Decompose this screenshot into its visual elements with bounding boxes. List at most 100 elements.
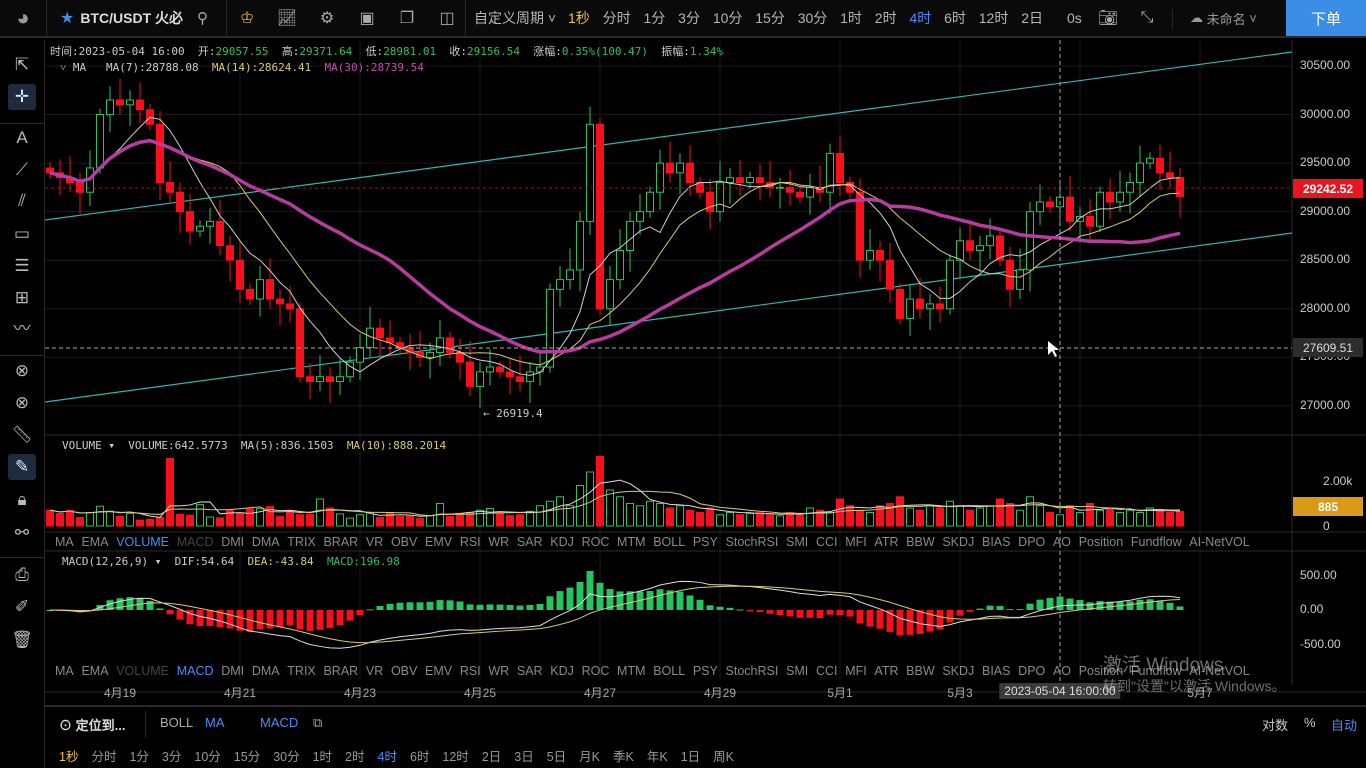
- percent-scale-toggle[interactable]: %: [1304, 715, 1316, 730]
- search-icon[interactable]: ⚲: [197, 9, 208, 27]
- indicator-tab-rsi[interactable]: RSI: [460, 664, 481, 678]
- bottom-period-7[interactable]: 1时: [313, 746, 332, 765]
- indicator-tab-macd[interactable]: MACD: [177, 664, 214, 678]
- indicator-tab-rsi[interactable]: RSI: [460, 535, 481, 549]
- indicator-tab-brar[interactable]: BRAR: [323, 664, 358, 678]
- indicator-tab-skdj[interactable]: SKDJ: [942, 664, 974, 678]
- edit-indicators-icon[interactable]: ⧉: [313, 715, 322, 731]
- locate-button[interactable]: ⊙ 定位到...: [59, 715, 125, 734]
- bottom-period-16[interactable]: 季K: [613, 746, 634, 765]
- indicator-tab-bias[interactable]: BIAS: [982, 535, 1011, 549]
- indicator-tab-ema[interactable]: EMA: [81, 535, 108, 549]
- template-icon[interactable]: ▣: [350, 0, 384, 36]
- macd-legend[interactable]: MACD(12,26,9) ▾ DIF:54.64 DEA:-43.84 MAC…: [62, 555, 400, 568]
- magnet-icon[interactable]: ⊗: [8, 358, 36, 384]
- indicator-tab-ao[interactable]: AO: [1053, 664, 1071, 678]
- indicator-tab-roc[interactable]: ROC: [582, 535, 610, 549]
- bottom-period-11[interactable]: 12时: [442, 746, 468, 765]
- indicator-tab-atr[interactable]: ATR: [874, 535, 898, 549]
- period-12[interactable]: 2日: [1021, 8, 1043, 28]
- indicator-tab-bbw[interactable]: BBW: [906, 664, 934, 678]
- indicator-tab-boll[interactable]: BOLL: [653, 664, 685, 678]
- parallel-lines-icon[interactable]: ⫽: [8, 188, 36, 214]
- edit-drawings-icon[interactable]: ✐: [8, 594, 36, 620]
- indicator-tab-wr[interactable]: WR: [488, 535, 509, 549]
- bottom-period-18[interactable]: 1日: [681, 746, 700, 765]
- indicator-tab-stochrsi[interactable]: StochRSI: [726, 664, 779, 678]
- copy-chart-icon[interactable]: ❐: [390, 0, 424, 36]
- bottom-period-9[interactable]: 4时: [378, 746, 397, 765]
- period-1[interactable]: 分时: [603, 8, 631, 28]
- indicator-tab-volume[interactable]: VOLUME: [116, 535, 169, 549]
- indicator-tab-ema[interactable]: EMA: [81, 664, 108, 678]
- indicator-tab-dmi[interactable]: DMI: [221, 664, 244, 678]
- bottom-period-2[interactable]: 1分: [129, 746, 148, 765]
- indicator-tab-ma[interactable]: MA: [55, 664, 74, 678]
- trend-line-icon[interactable]: ⟋: [8, 157, 36, 183]
- text-tool-icon[interactable]: A: [8, 125, 36, 151]
- rectangle-icon[interactable]: ▭: [8, 221, 36, 247]
- indicator-tab-trix[interactable]: TRIX: [287, 535, 315, 549]
- bottom-period-1[interactable]: 分时: [91, 746, 116, 765]
- indicator-tab-ai-netvol[interactable]: AI-NetVOL: [1189, 535, 1249, 549]
- bottom-period-8[interactable]: 2时: [345, 746, 364, 765]
- place-order-button[interactable]: 下单: [1286, 0, 1366, 36]
- indicator-tab-sar[interactable]: SAR: [517, 664, 543, 678]
- screenshot-camera-icon[interactable]: 📷︎: [1091, 0, 1125, 36]
- sub-indicator-macd[interactable]: MACD: [260, 715, 298, 730]
- cursor-arrow-icon[interactable]: ⇱: [8, 52, 36, 78]
- indicator-tab-bias[interactable]: BIAS: [982, 664, 1011, 678]
- indicator-tab-dma[interactable]: DMA: [252, 535, 280, 549]
- bottom-period-6[interactable]: 30分: [273, 746, 299, 765]
- ruler-icon[interactable]: 📏︎: [8, 422, 36, 448]
- crown-icon[interactable]: ♔: [230, 0, 264, 36]
- ma-legend[interactable]: ˅ MA MA(7):28788.08 MA(14):28624.41 MA(3…: [60, 61, 424, 74]
- cloud-save-dropdown[interactable]: ☁ 未命名 ˅: [1190, 0, 1257, 36]
- indicator-tab-atr[interactable]: ATR: [874, 664, 898, 678]
- indicator-tab-brar[interactable]: BRAR: [323, 535, 358, 549]
- lock-icon[interactable]: 🔒︎: [8, 487, 36, 513]
- indicator-tab-smi[interactable]: SMI: [786, 664, 808, 678]
- bottom-period-0[interactable]: 1秒: [59, 746, 78, 765]
- indicator-tab-roc[interactable]: ROC: [582, 664, 610, 678]
- log-scale-toggle[interactable]: 对数: [1262, 715, 1288, 734]
- indicator-tab-macd[interactable]: MACD: [177, 535, 214, 549]
- indicator-tab-dmi[interactable]: DMI: [221, 535, 244, 549]
- indicator-tab-smi[interactable]: SMI: [786, 535, 808, 549]
- bottom-period-15[interactable]: 月K: [579, 746, 600, 765]
- period-10[interactable]: 6时: [944, 8, 966, 28]
- wave-pattern-icon[interactable]: 〰: [8, 316, 36, 342]
- indicator-tab-obv[interactable]: OBV: [391, 535, 417, 549]
- indicator-tab-vr[interactable]: VR: [366, 535, 383, 549]
- indicator-tab-bbw[interactable]: BBW: [906, 535, 934, 549]
- indicator-tab-cci[interactable]: CCI: [816, 664, 838, 678]
- indicator-tab-volume[interactable]: VOLUME: [116, 664, 169, 678]
- chart-canvas[interactable]: [45, 40, 1366, 705]
- bookmark-icon[interactable]: ⎙: [8, 562, 36, 588]
- bottom-period-4[interactable]: 10分: [194, 746, 220, 765]
- period-9[interactable]: 4时: [909, 8, 931, 28]
- grid-tool-icon[interactable]: ⊞: [8, 285, 36, 311]
- trash-icon[interactable]: 🗑︎: [8, 627, 36, 653]
- volume-legend[interactable]: VOLUME ▾ VOLUME:642.5773 MA(5):836.1503 …: [62, 439, 446, 452]
- indicator-tab-mfi[interactable]: MFI: [845, 664, 867, 678]
- indicator-tab-ma[interactable]: MA: [55, 535, 74, 549]
- bottom-period-17[interactable]: 年K: [647, 746, 668, 765]
- bottom-period-14[interactable]: 5日: [547, 746, 566, 765]
- indicator-tab-sar[interactable]: SAR: [517, 535, 543, 549]
- main-indicator-ma[interactable]: MA: [205, 715, 225, 730]
- indicator-tab-dpo[interactable]: DPO: [1018, 535, 1045, 549]
- indicator-tab-boll[interactable]: BOLL: [653, 535, 685, 549]
- indicator-tab-fundflow[interactable]: Fundflow: [1131, 535, 1182, 549]
- indicator-tab-cci[interactable]: CCI: [816, 535, 838, 549]
- indicator-tab-dpo[interactable]: DPO: [1018, 664, 1045, 678]
- period-4[interactable]: 10分: [713, 8, 743, 28]
- bottom-period-5[interactable]: 15分: [234, 746, 260, 765]
- indicator-tab-kdj[interactable]: KDJ: [550, 664, 574, 678]
- symbol-selector[interactable]: ★ BTC/USDT 火必 ⚲: [60, 0, 208, 36]
- period-5[interactable]: 15分: [755, 8, 785, 28]
- auto-scale-toggle[interactable]: 自动: [1331, 715, 1357, 734]
- indicator-tab-emv[interactable]: EMV: [425, 535, 452, 549]
- bottom-period-13[interactable]: 3日: [514, 746, 533, 765]
- indicator-tab-kdj[interactable]: KDJ: [550, 535, 574, 549]
